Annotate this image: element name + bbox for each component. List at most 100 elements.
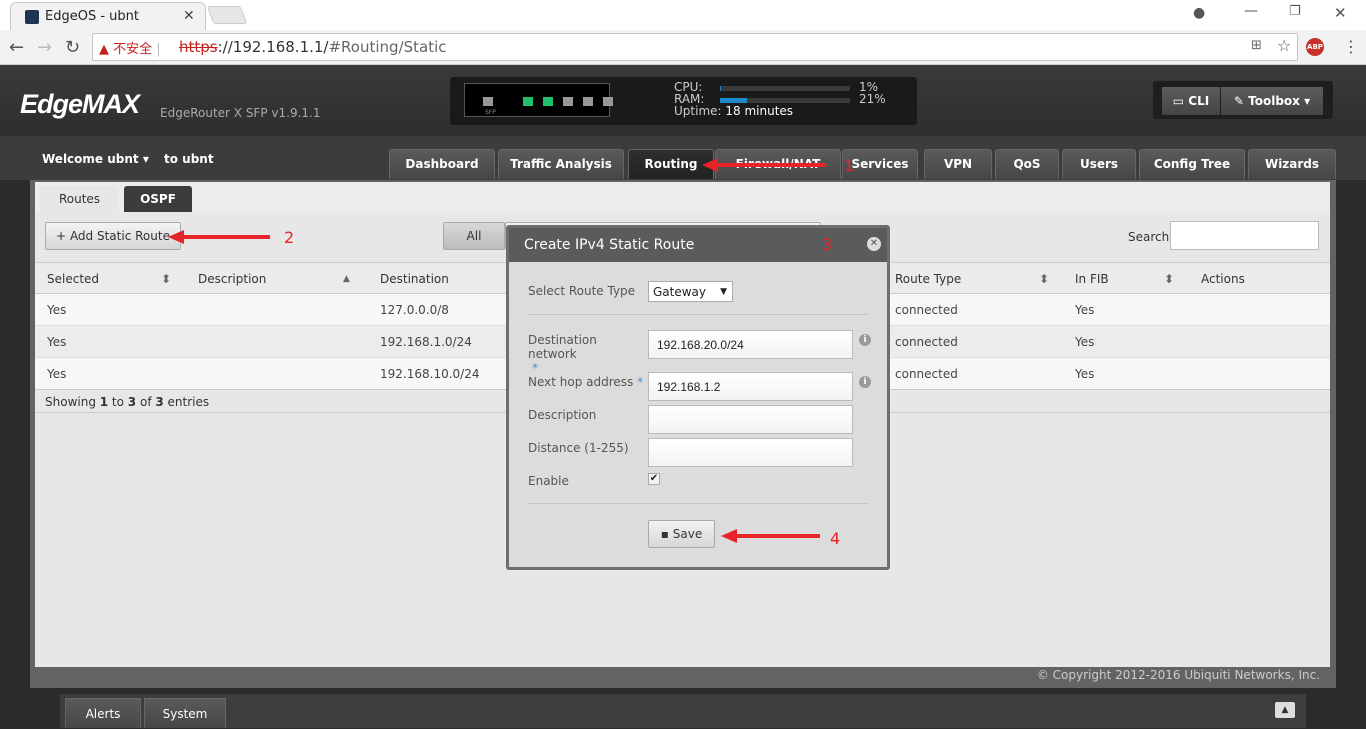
filter-all-button[interactable]: All [443,222,505,250]
url-path: #Routing/Static [328,38,447,56]
cpu-bar [720,86,850,91]
address-bar-row: ← → ↻ ▲ 不安全 | https://192.168.1.1/#Routi… [0,30,1366,65]
tab-wizards[interactable]: Wizards [1248,149,1336,179]
security-label: 不安全 [113,42,153,57]
save-button[interactable]: ▪ Save [648,520,715,548]
col-selected[interactable]: Selected [47,272,99,286]
tab-alerts[interactable]: Alerts [65,698,141,728]
cell-route-type: connected [895,303,958,317]
col-route-type[interactable]: Route Type [895,272,961,286]
route-type-select[interactable]: Gateway ▼ [648,281,733,302]
bookmark-star-icon[interactable]: ☆ [1277,36,1291,55]
info-icon[interactable]: i [859,334,871,346]
back-icon[interactable]: ← [9,37,24,58]
floppy-disk-icon: ▪ [660,527,669,541]
uptime-value: 18 minutes [725,104,794,118]
annotation-2: 2 [284,228,295,247]
tab-system[interactable]: System [144,698,226,728]
tab-users[interactable]: Users [1062,149,1136,179]
subtab-routes[interactable]: Routes [40,186,119,212]
entries-info: Showing 1 to 3 of 3 entries [45,395,210,409]
save-label: Save [672,527,703,541]
copyright: © Copyright 2012-2016 Ubiquiti Networks,… [1036,668,1320,682]
tab-config-tree[interactable]: Config Tree [1139,149,1245,179]
edgeos-favicon-icon [25,10,39,24]
browser-tab[interactable]: EdgeOS - ubnt ✕ [10,2,206,30]
forward-icon[interactable]: → [37,37,52,58]
cell-destination: 192.168.10.0/24 [380,367,480,381]
hostname-label: to ubnt [164,152,214,166]
port-eth2-icon[interactable] [563,97,573,106]
ram-value: 21% [859,92,886,106]
sort-icon[interactable]: ⬍ [1164,272,1174,286]
adblock-icon[interactable]: ABP [1306,38,1324,56]
plus-icon: + [56,229,67,243]
user-menu[interactable]: Welcome ubnt ▾ [42,152,149,166]
port-eth1-icon[interactable] [543,97,553,106]
port-eth3-icon[interactable] [583,97,593,106]
restore-icon[interactable]: ❐ [1289,4,1301,19]
toolbox-button[interactable]: ✎ Toolbox ▾ [1221,87,1323,115]
destination-network-input[interactable] [648,330,853,359]
caret-down-icon: ▾ [1304,94,1311,108]
minimize-icon[interactable]: — [1244,3,1258,19]
description-label: Description [528,408,597,422]
distance-input[interactable] [648,438,853,467]
status-panel: SFP CPU: 1% RAM: 21% Uptime: 18 minutes [450,77,917,125]
description-input[interactable] [648,405,853,434]
url-input[interactable]: ▲ 不安全 | https://192.168.1.1/#Routing/Sta… [92,33,1298,61]
uptime-label: Uptime: [674,104,722,118]
tab-dashboard[interactable]: Dashboard [389,149,495,179]
annotation-4: 4 [830,529,841,548]
translate-icon[interactable]: ⊞ [1251,38,1262,53]
uptime: Uptime: 18 minutes [674,104,793,118]
cell-destination: 127.0.0.0/8 [380,303,449,317]
col-description[interactable]: Description [198,272,266,286]
reload-icon[interactable]: ↻ [65,37,80,58]
distance-label: Distance (1-255) [528,441,629,455]
expand-icon[interactable]: ▲ [1275,702,1295,718]
next-hop-input[interactable] [648,372,853,401]
sort-asc-icon[interactable]: ▲ [343,274,350,284]
annotation-arrow [702,158,826,172]
sort-icon[interactable]: ⬍ [1039,272,1049,286]
tab-vpn[interactable]: VPN [924,149,992,179]
cli-button[interactable]: ▭ CLI [1162,87,1220,115]
port-eth0-icon[interactable] [523,97,533,106]
cell-route-type: connected [895,335,958,349]
edgemax-logo: EdgeMAX [20,89,140,119]
cli-label: CLI [1188,94,1210,108]
tab-title: EdgeOS - ubnt [45,9,139,24]
port-sfp-icon[interactable] [483,97,493,106]
create-static-route-dialog: Create IPv4 Static Route ✕ Select Route … [506,225,890,570]
cell-selected: Yes [47,335,67,349]
enable-checkbox[interactable]: ✔ [648,473,660,485]
close-icon[interactable]: ✕ [867,237,881,251]
profile-icon[interactable]: ● [1193,5,1205,21]
col-actions: Actions [1201,272,1245,286]
port-eth4-icon[interactable] [603,97,613,106]
tab-traffic-analysis[interactable]: Traffic Analysis [498,149,624,179]
new-tab-button[interactable] [206,6,248,24]
tab-qos[interactable]: QoS [995,149,1059,179]
security-warning[interactable]: ▲ 不安全 | [99,38,161,57]
route-type-value: Gateway [653,285,707,299]
url-text: https://192.168.1.1/#Routing/Static [179,38,447,56]
menu-icon[interactable]: ⋮ [1343,37,1359,56]
cell-in-fib: Yes [1075,335,1095,349]
adblock-label: ABP [1307,43,1323,51]
device-model: EdgeRouter X SFP v1.9.1.1 [160,106,321,120]
cell-route-type: connected [895,367,958,381]
search-input[interactable] [1170,221,1319,250]
col-in-fib[interactable]: In FIB [1075,272,1109,286]
col-destination[interactable]: Destination [380,272,449,286]
sort-icon[interactable]: ⬍ [161,272,171,286]
url-host: ://192.168.1.1/ [217,38,329,56]
wrench-icon: ✎ [1233,94,1244,108]
close-window-icon[interactable]: ✕ [1334,4,1347,22]
subtab-ospf[interactable]: OSPF [124,186,192,212]
add-static-route-button[interactable]: + Add Static Route [45,222,181,250]
info-icon[interactable]: i [859,376,871,388]
bottom-bar: Alerts System ▲ [60,694,1306,728]
close-tab-icon[interactable]: ✕ [183,8,195,24]
